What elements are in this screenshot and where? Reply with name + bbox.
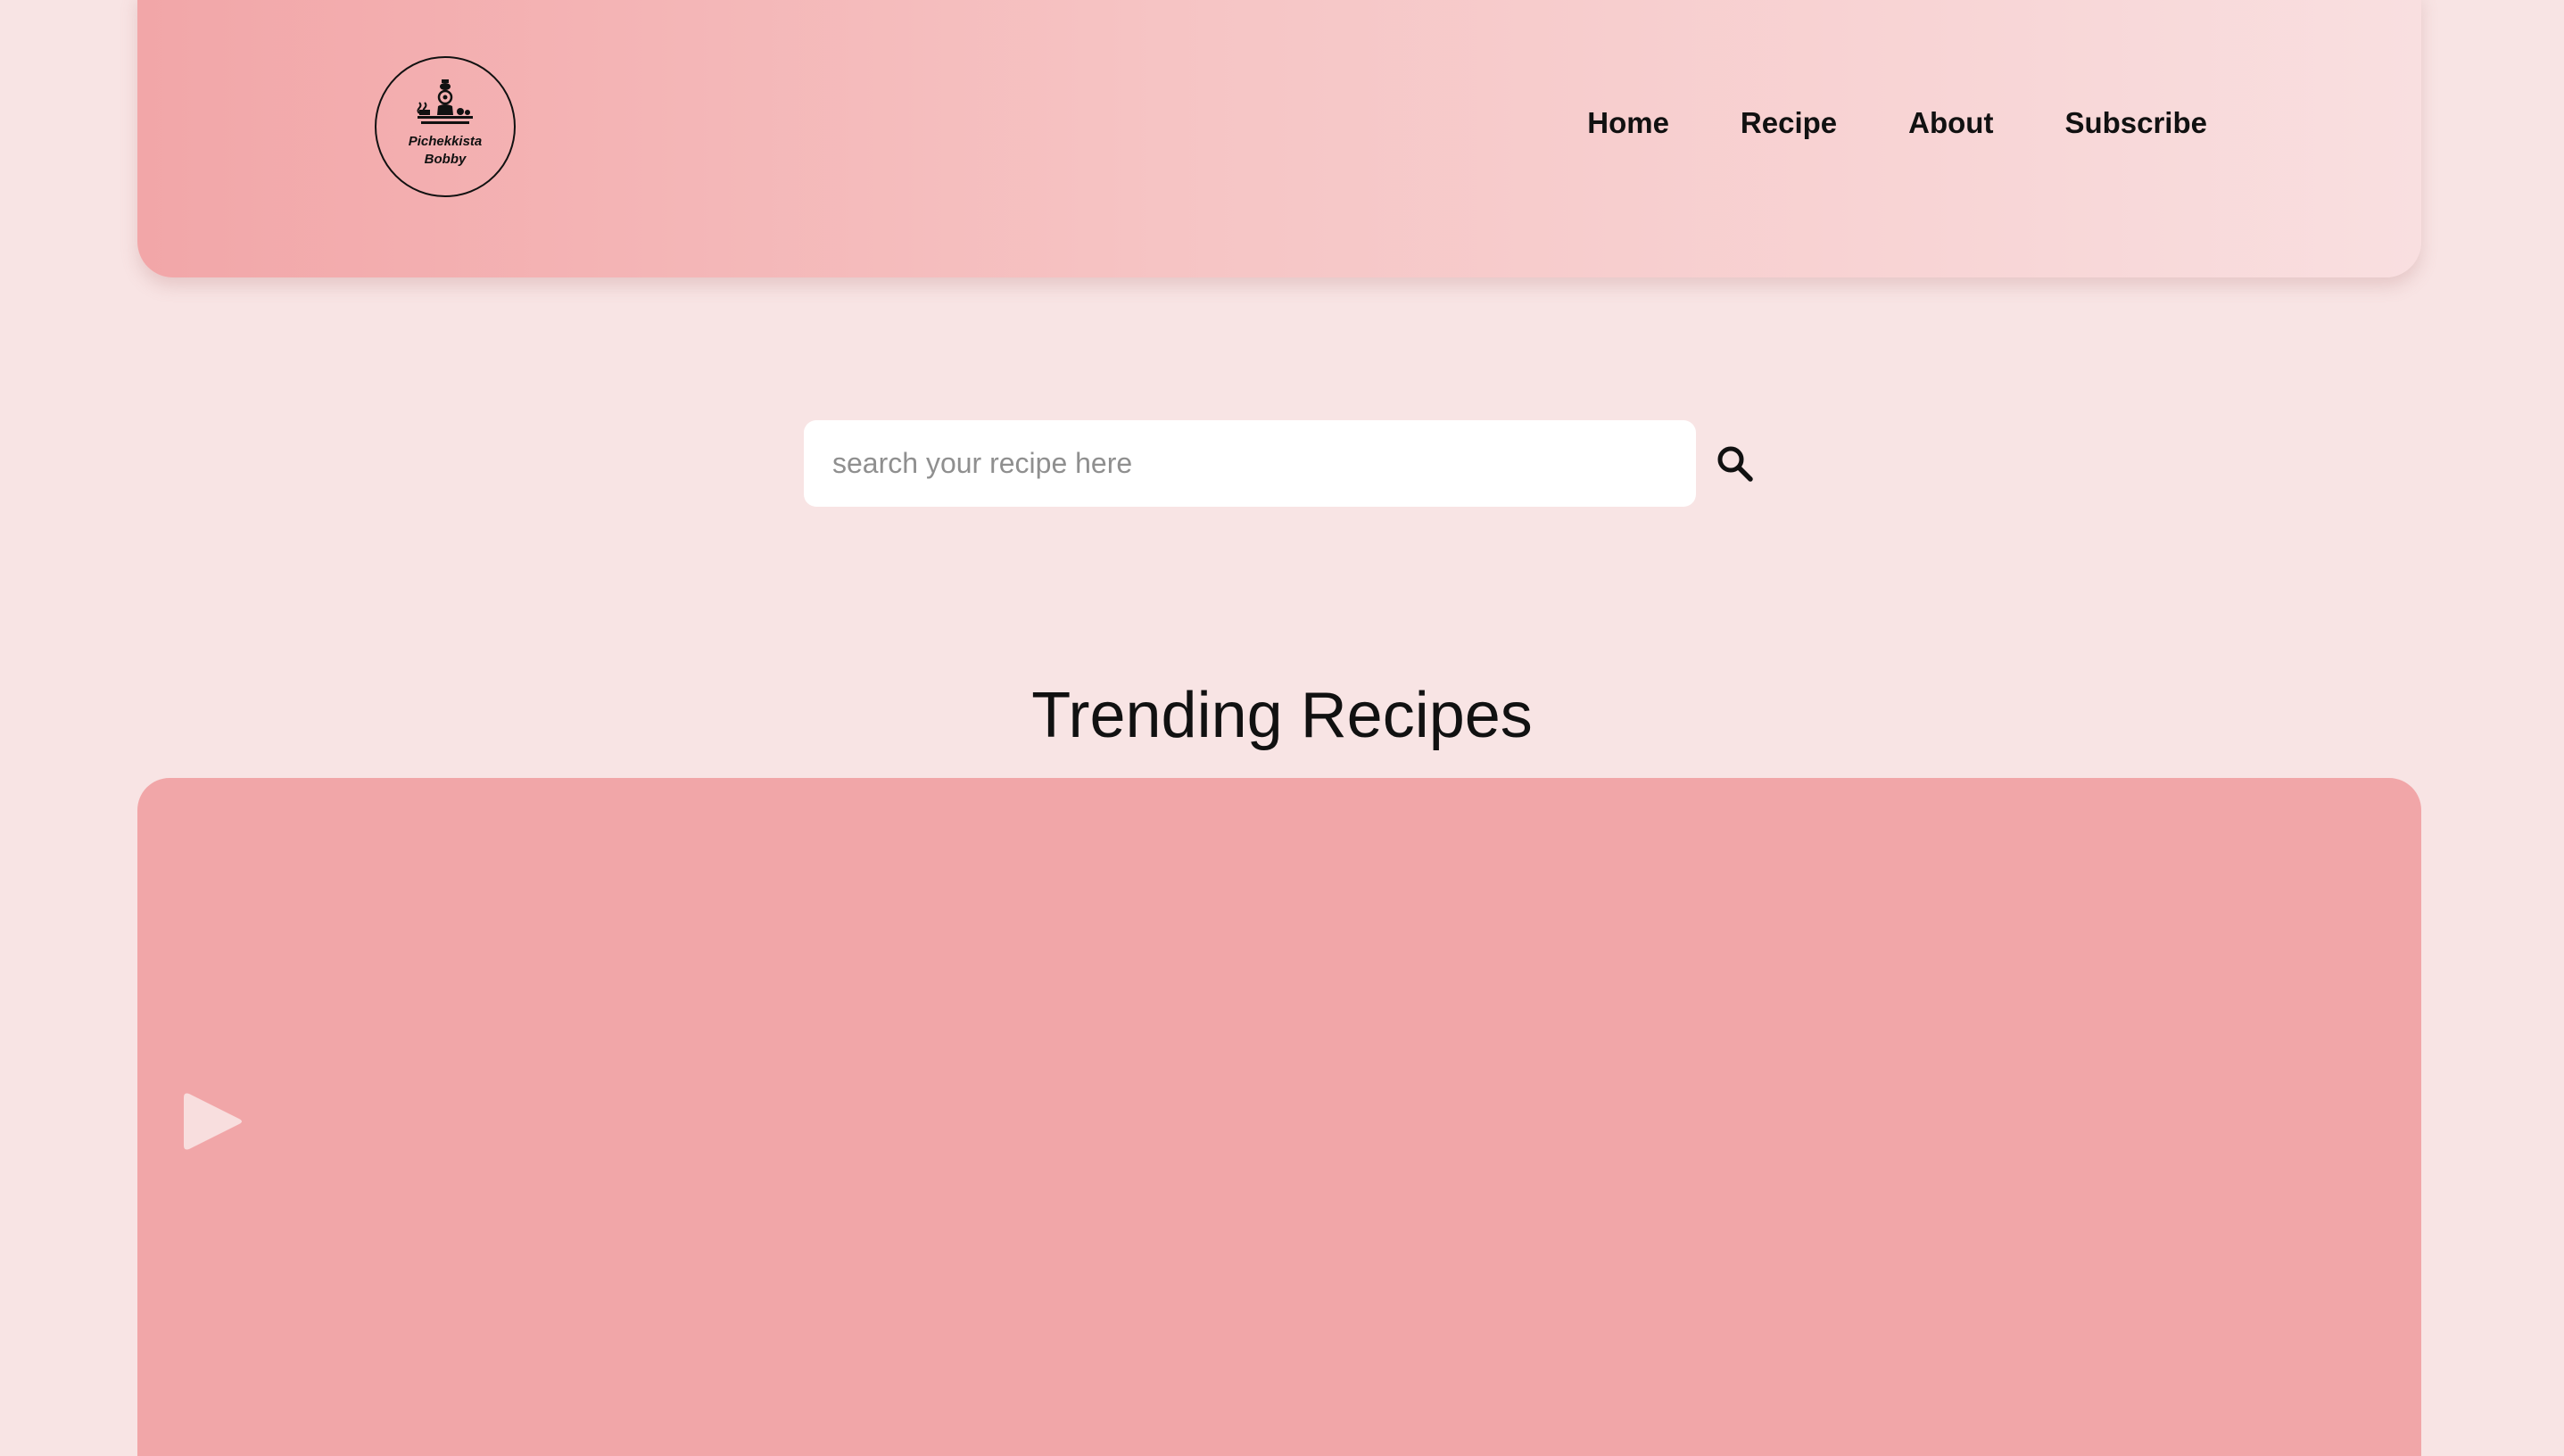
search-bar	[804, 420, 1760, 507]
logo-text-line2: Bobby	[424, 152, 467, 167]
site-header: Pichekkista Bobby Home Recipe About Subs…	[137, 0, 2421, 277]
nav-subscribe-link[interactable]: Subscribe	[2064, 105, 2207, 141]
chef-cooking-icon	[417, 79, 473, 124]
nav-about-link[interactable]: About	[1908, 105, 1993, 141]
nav-home-link[interactable]: Home	[1587, 105, 1669, 141]
search-input[interactable]	[804, 420, 1696, 507]
trending-recipes-carousel	[137, 778, 2421, 1456]
nav-recipe-link[interactable]: Recipe	[1741, 105, 1837, 141]
play-arrow-icon	[184, 1093, 242, 1150]
search-button[interactable]	[1710, 439, 1760, 489]
site-logo[interactable]: Pichekkista Bobby	[375, 56, 516, 197]
trending-recipes-title: Trending Recipes	[1031, 680, 1533, 751]
logo-text-line1: Pichekkista	[408, 134, 483, 149]
search-icon	[1717, 446, 1753, 482]
carousel-next-button[interactable]	[177, 1090, 248, 1153]
main-nav: Home Recipe About Subscribe	[1587, 105, 2207, 141]
